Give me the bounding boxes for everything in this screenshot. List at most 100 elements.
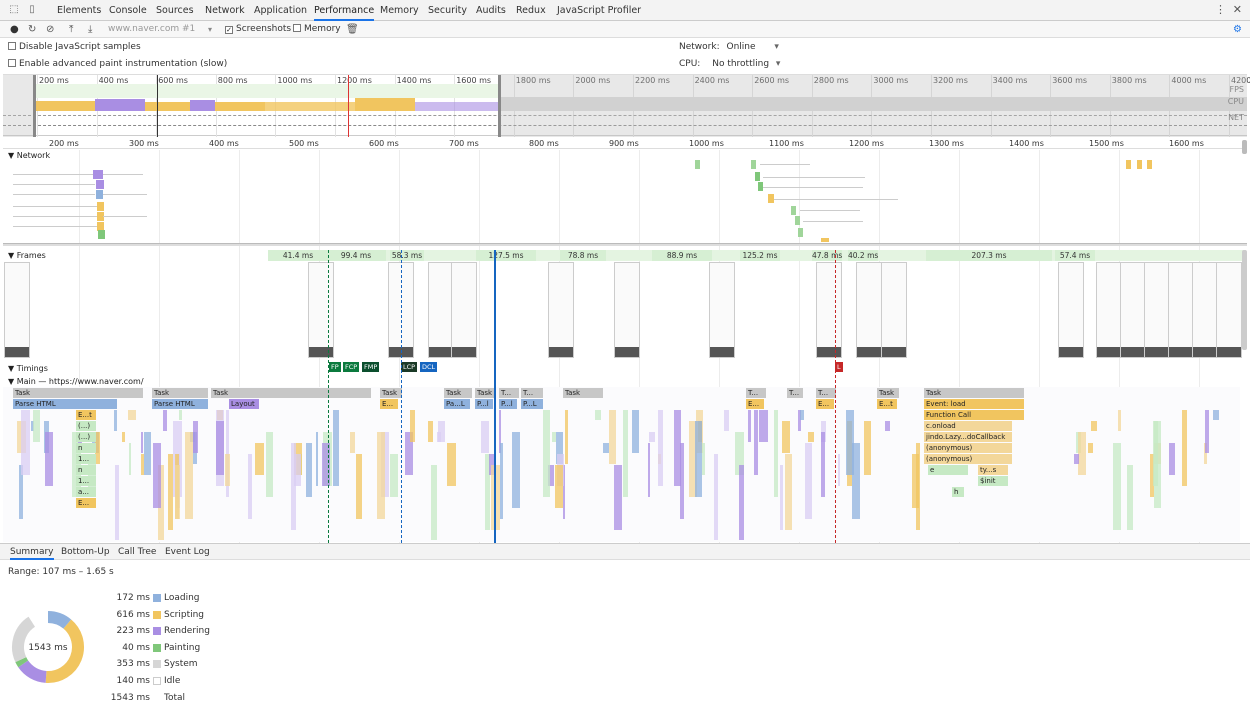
flame-entry[interactable] xyxy=(122,432,126,442)
flame-entry[interactable] xyxy=(389,454,399,497)
flame-entry[interactable] xyxy=(409,410,415,442)
tab-sources[interactable]: Sources xyxy=(156,0,194,21)
stack-frame[interactable]: E...t xyxy=(76,410,96,420)
task-block[interactable]: Task xyxy=(877,388,899,398)
flame-entry[interactable] xyxy=(864,421,872,475)
flame-entry[interactable] xyxy=(21,410,31,475)
parse-block[interactable]: P...L xyxy=(521,399,543,409)
timing-load[interactable]: L xyxy=(835,362,843,372)
flame-entry[interactable] xyxy=(551,432,556,442)
flame-entry[interactable] xyxy=(724,410,729,431)
task-block[interactable]: T... xyxy=(499,388,519,398)
flame-entry[interactable] xyxy=(499,443,503,519)
timing-dcl[interactable]: DCL xyxy=(420,362,438,372)
settings-gear-icon[interactable]: ⚙ xyxy=(1233,23,1242,36)
flame-entry[interactable] xyxy=(554,465,564,508)
flame-entry[interactable] xyxy=(1213,410,1220,420)
task-block[interactable]: T... xyxy=(746,388,766,398)
frame-screenshot[interactable] xyxy=(816,262,842,358)
flame-entry[interactable] xyxy=(774,410,778,497)
flame-entry[interactable] xyxy=(438,421,445,442)
tab-redux[interactable]: Redux xyxy=(516,0,546,21)
flame-entry[interactable] xyxy=(152,443,162,508)
tab-application[interactable]: Application xyxy=(254,0,307,21)
flame-entry[interactable] xyxy=(680,443,685,519)
stack-frame[interactable]: 1... xyxy=(76,454,96,464)
flame-entry[interactable] xyxy=(175,465,181,519)
frame-duration[interactable]: 47.8 ms xyxy=(812,250,842,261)
flame-entry[interactable] xyxy=(178,410,182,420)
flame-entry[interactable] xyxy=(1154,421,1162,508)
frame-duration[interactable]: 78.8 ms xyxy=(560,250,606,261)
flame-entry[interactable] xyxy=(306,443,313,497)
inspect-element-icon[interactable]: ⬚ xyxy=(8,4,20,16)
flame-entry[interactable] xyxy=(247,454,253,519)
parse-block[interactable]: P...l xyxy=(475,399,493,409)
frame-screenshot[interactable] xyxy=(1058,262,1084,358)
flame-entry[interactable] xyxy=(800,410,805,420)
task-block[interactable]: T... xyxy=(521,388,543,398)
frame-duration[interactable]: 58.3 ms xyxy=(390,250,424,261)
timeline-overview[interactable]: 200 ms 400 ms 600 ms 800 ms 1000 ms 1200 ms 14… xyxy=(3,74,1250,137)
flame-entry[interactable] xyxy=(884,421,890,431)
stack-frame[interactable]: $init xyxy=(978,476,1008,486)
flame-entry[interactable] xyxy=(648,432,656,442)
task-block[interactable]: T... xyxy=(787,388,803,398)
stack-frame[interactable]: a... xyxy=(76,487,96,497)
task-block[interactable]: Task xyxy=(924,388,1024,398)
timing-fcp[interactable]: FCP xyxy=(343,362,360,372)
frame-screenshot[interactable] xyxy=(614,262,640,358)
task-block[interactable]: Task xyxy=(563,388,603,398)
flame-entry[interactable] xyxy=(738,465,745,540)
enable-paint-checkbox[interactable]: Enable advanced paint instrumentation (s… xyxy=(8,59,227,69)
frame-screenshot[interactable] xyxy=(709,262,735,358)
scrollbar-thumb[interactable] xyxy=(1242,140,1247,154)
flame-entry[interactable] xyxy=(193,421,198,453)
frame-duration[interactable]: 88.9 ms xyxy=(652,250,712,261)
task-block[interactable]: Task xyxy=(475,388,495,398)
flame-entry[interactable] xyxy=(647,443,651,497)
flame-entry[interactable] xyxy=(428,421,433,442)
recording-select[interactable]: www.naver.com #1 xyxy=(108,23,195,36)
flame-entry[interactable] xyxy=(1078,432,1086,475)
frames-section-header[interactable]: ▼ Frames xyxy=(8,251,46,260)
tab-bottom-up[interactable]: Bottom-Up xyxy=(61,544,110,560)
flame-entry[interactable] xyxy=(779,465,783,530)
flame-entry[interactable] xyxy=(714,454,718,540)
flame-entry[interactable] xyxy=(480,421,490,453)
tab-audits[interactable]: Audits xyxy=(476,0,506,21)
frame-screenshot[interactable] xyxy=(1096,262,1122,358)
flame-entry[interactable] xyxy=(290,443,296,530)
parse-html-block[interactable]: Parse HTML xyxy=(13,399,117,409)
upload-icon[interactable]: ⤒ xyxy=(69,23,73,36)
stack-frame[interactable]: h xyxy=(952,487,964,497)
frame-duration[interactable]: 125.2 ms xyxy=(740,250,780,261)
flame-entry[interactable] xyxy=(1087,443,1094,453)
trash-icon[interactable]: 🗑 xyxy=(346,23,359,36)
frame-screenshot[interactable] xyxy=(1144,262,1170,358)
frame-screenshot[interactable] xyxy=(856,262,882,358)
memory-checkbox[interactable]: Memory xyxy=(293,23,341,36)
flame-entry[interactable] xyxy=(32,410,40,442)
tab-performance[interactable]: Performance xyxy=(314,0,375,21)
flame-entry[interactable] xyxy=(265,432,274,497)
flame-entry[interactable] xyxy=(114,410,117,431)
selection-handle-left[interactable] xyxy=(33,75,36,137)
parse-block[interactable]: Pa...L xyxy=(444,399,470,409)
flame-entry[interactable] xyxy=(543,410,550,497)
flame-entry[interactable] xyxy=(804,443,812,519)
layout-block[interactable]: Layout xyxy=(229,399,259,409)
flame-entry[interactable] xyxy=(127,410,136,420)
frame-screenshot[interactable] xyxy=(1216,262,1242,358)
flame-entry[interactable] xyxy=(1204,410,1210,453)
tab-memory[interactable]: Memory xyxy=(380,0,419,21)
timings-section-header[interactable]: ▼ Timings xyxy=(8,364,48,373)
flame-entry[interactable] xyxy=(594,410,602,420)
function-call-block[interactable]: Function Call xyxy=(924,410,1024,420)
flame-entry[interactable] xyxy=(613,465,623,530)
flame-entry[interactable] xyxy=(44,432,53,486)
tab-security[interactable]: Security xyxy=(428,0,467,21)
flame-entry[interactable] xyxy=(845,410,855,475)
parse-block[interactable]: P...l xyxy=(499,399,517,409)
event-block[interactable]: E... xyxy=(816,399,834,409)
